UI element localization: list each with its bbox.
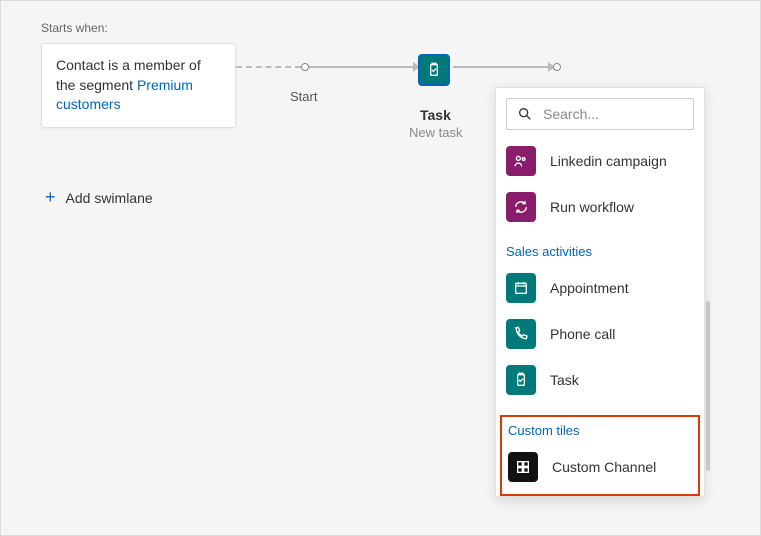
task-sublabel: New task (409, 125, 462, 140)
start-label: Start (290, 89, 317, 104)
tile-phone-call[interactable]: Phone call (506, 313, 694, 359)
add-swimlane-label: Add swimlane (66, 190, 153, 206)
tile-label: Task (550, 372, 579, 388)
tile-label: Run workflow (550, 199, 634, 215)
tile-linkedin-campaign[interactable]: Linkedin campaign (506, 140, 694, 186)
task-tile[interactable] (418, 54, 450, 86)
panel-body: Linkedin campaign Run workflow Sales act… (496, 140, 704, 496)
trigger-card[interactable]: Contact is a member of the segment Premi… (41, 43, 236, 128)
group-sales-activities: Sales activities (506, 244, 694, 259)
task-label: Task (420, 107, 451, 123)
search-placeholder: Search... (543, 106, 599, 122)
add-node[interactable] (553, 63, 561, 71)
calendar-icon (506, 273, 536, 303)
group-custom-tiles: Custom tiles (508, 423, 692, 438)
tile-task[interactable]: Task (506, 359, 694, 405)
panel-scrollbar[interactable] (706, 301, 710, 471)
search-input[interactable]: Search... (506, 98, 694, 130)
blocks-icon (508, 452, 538, 482)
plus-icon: + (45, 187, 56, 208)
cycle-icon (506, 192, 536, 222)
connector-2 (453, 66, 553, 68)
connector-1 (309, 66, 418, 68)
connector-dashed (236, 66, 301, 68)
start-node[interactable] (301, 63, 309, 71)
tile-appointment[interactable]: Appointment (506, 267, 694, 313)
tile-label: Appointment (550, 280, 629, 296)
tile-label: Linkedin campaign (550, 153, 667, 169)
tile-picker-panel: Search... Linkedin campaign Run workflow… (495, 87, 705, 497)
tile-custom-channel[interactable]: Custom Channel (508, 446, 692, 492)
starts-when-label: Starts when: (41, 21, 108, 35)
add-swimlane-button[interactable]: + Add swimlane (45, 187, 153, 208)
phone-icon (506, 319, 536, 349)
clipboard-icon (506, 365, 536, 395)
tile-label: Phone call (550, 326, 615, 342)
clipboard-icon (426, 62, 442, 78)
highlight-custom-tiles: Custom tiles Custom Channel (500, 415, 700, 496)
tile-run-workflow[interactable]: Run workflow (506, 186, 694, 232)
search-icon (517, 106, 533, 122)
people-icon (506, 146, 536, 176)
tile-label: Custom Channel (552, 459, 656, 475)
